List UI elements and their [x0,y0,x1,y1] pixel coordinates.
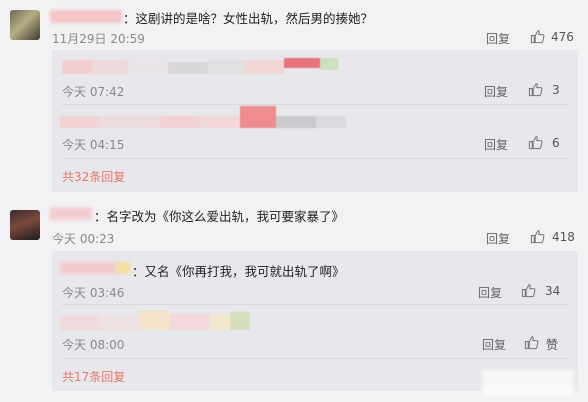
redacted-username [50,207,92,220]
like-count: 3 [552,83,560,97]
reply-time: 今天 03:46 [62,286,125,300]
redacted-username [50,10,122,23]
thumb-up-icon[interactable] [528,135,543,150]
avatar[interactable] [10,10,40,40]
reply-time: 今天 07:42 [62,85,125,99]
like-label[interactable]: 赞 [546,336,558,353]
like-count: 6 [552,136,560,150]
thumb-up-icon[interactable] [530,29,545,44]
comment-time: 今天 00:23 [52,232,115,246]
divider [62,158,568,159]
thumb-up-icon[interactable] [528,82,543,97]
redacted-reply-text [60,310,252,332]
like-count: 418 [552,230,575,244]
more-replies-link[interactable]: 共32条回复 [62,168,125,185]
like-count: 476 [551,30,574,44]
comment-text: ：名字改为《你这么爱出轨，我可要家暴了》 [94,209,345,224]
reply-button[interactable]: 回复 [482,336,506,353]
redacted-reply-text [60,106,350,130]
reply-button[interactable]: 回复 [484,136,508,153]
reply-button[interactable]: 回复 [478,284,502,301]
reply-text: ：又名《你再打我，我可就出轨了啊》 [132,264,345,279]
reply-time: 今天 08:00 [62,338,125,352]
divider [62,304,568,305]
thumb-up-icon[interactable] [524,335,539,350]
redacted-reply-text [62,58,338,76]
comment-time: 11月29日 20:59 [52,32,145,46]
thumb-up-icon[interactable] [530,229,545,244]
like-count: 34 [545,284,561,298]
comment-text: ：这剧讲的是啥？女性出轨，然后男的揍她？ [123,11,374,26]
reply-time: 今天 04:15 [62,138,125,152]
redacted-username [60,262,116,274]
divider [62,358,568,359]
more-replies-link[interactable]: 共17条回复 [62,368,125,385]
divider [62,104,568,105]
redacted-username-tail [116,262,130,274]
watermark [482,370,574,396]
reply-button[interactable]: 回复 [486,30,510,47]
reply-button[interactable]: 回复 [484,83,508,100]
thumb-up-icon[interactable] [521,283,536,298]
avatar[interactable] [10,210,40,240]
reply-button[interactable]: 回复 [486,230,510,247]
